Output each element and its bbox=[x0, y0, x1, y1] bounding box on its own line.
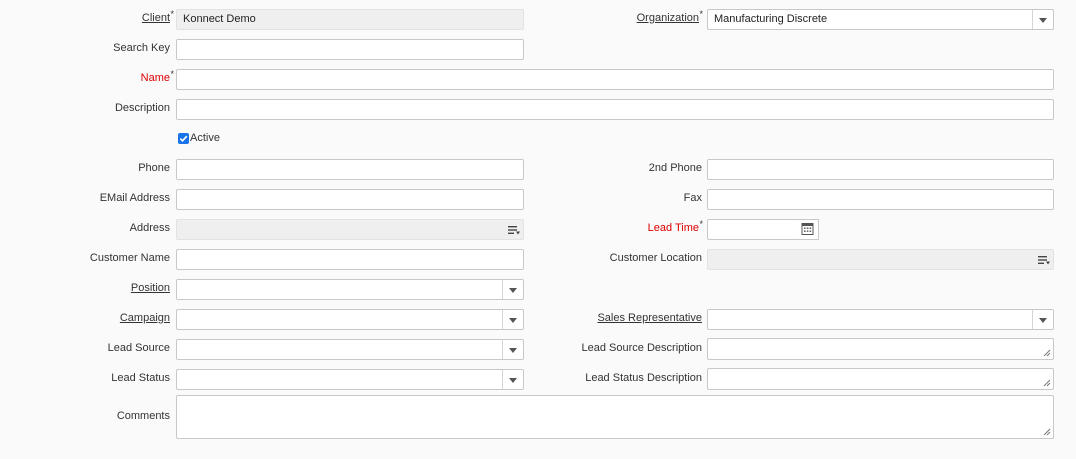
lead-source-select[interactable] bbox=[176, 339, 524, 360]
name-input[interactable] bbox=[176, 69, 1054, 90]
organization-value: Manufacturing Discrete bbox=[714, 13, 828, 25]
email-input[interactable] bbox=[176, 189, 524, 210]
comments-textarea[interactable] bbox=[176, 395, 1054, 439]
chevron-down-icon[interactable] bbox=[502, 340, 523, 359]
description-input[interactable] bbox=[176, 99, 1054, 120]
email-label: EMail Address bbox=[99, 192, 170, 204]
chevron-down-icon[interactable] bbox=[1032, 10, 1053, 29]
search-key-label: Search Key bbox=[113, 42, 170, 54]
comments-label: Comments bbox=[116, 410, 170, 422]
lead-status-select[interactable] bbox=[176, 369, 524, 390]
lead-status-label: Lead Status bbox=[111, 372, 170, 384]
address-label: Address bbox=[129, 222, 170, 234]
lead-status-desc-textarea[interactable] bbox=[707, 368, 1054, 390]
resize-grip-icon[interactable] bbox=[1043, 428, 1051, 436]
lead-source-label: Lead Source bbox=[107, 342, 170, 354]
organization-label[interactable]: Organization * bbox=[637, 8, 703, 28]
lead-time-input[interactable] bbox=[707, 219, 798, 240]
checkbox-checked-icon[interactable] bbox=[178, 133, 189, 144]
search-key-input[interactable] bbox=[176, 39, 524, 60]
mandatory-marker: * bbox=[170, 9, 174, 19]
client-field: Konnect Demo bbox=[176, 9, 524, 30]
list-icon[interactable] bbox=[508, 225, 520, 235]
phone-label: Phone bbox=[138, 162, 170, 174]
client-value: Konnect Demo bbox=[183, 13, 256, 25]
address-field[interactable] bbox=[176, 219, 524, 240]
campaign-select[interactable] bbox=[176, 309, 524, 330]
chevron-down-icon[interactable] bbox=[502, 370, 523, 389]
fax-input[interactable] bbox=[707, 189, 1054, 210]
customer-location-label: Customer Location bbox=[609, 252, 702, 264]
lead-status-desc-label: Lead Status Description bbox=[585, 372, 702, 384]
position-select[interactable] bbox=[176, 279, 524, 300]
position-label[interactable]: Position bbox=[131, 278, 170, 298]
customer-location-field[interactable] bbox=[707, 249, 1054, 270]
resize-grip-icon[interactable] bbox=[1043, 349, 1051, 357]
calendar-icon[interactable] bbox=[797, 219, 819, 240]
lead-source-desc-label: Lead Source Description bbox=[581, 342, 702, 354]
fax-label: Fax bbox=[683, 192, 702, 204]
customer-name-input[interactable] bbox=[176, 249, 524, 270]
chevron-down-icon[interactable] bbox=[502, 280, 523, 299]
chevron-down-icon[interactable] bbox=[502, 310, 523, 329]
sales-rep-label[interactable]: Sales Representative bbox=[597, 308, 702, 328]
lead-time-label: Lead Time * bbox=[648, 218, 703, 238]
organization-select[interactable]: Manufacturing Discrete bbox=[707, 9, 1054, 30]
name-label: Name * bbox=[141, 68, 174, 88]
phone-input[interactable] bbox=[176, 159, 524, 180]
mandatory-marker: * bbox=[170, 69, 174, 79]
customer-name-label: Customer Name bbox=[89, 252, 170, 264]
active-label[interactable]: Active bbox=[190, 128, 220, 148]
description-label: Description bbox=[114, 102, 170, 114]
lead-source-desc-textarea[interactable] bbox=[707, 338, 1054, 360]
resize-grip-icon[interactable] bbox=[1043, 379, 1051, 387]
mandatory-marker: * bbox=[699, 9, 703, 19]
campaign-label[interactable]: Campaign bbox=[120, 308, 170, 328]
phone2-input[interactable] bbox=[707, 159, 1054, 180]
phone2-label: 2nd Phone bbox=[648, 162, 702, 174]
list-icon[interactable] bbox=[1038, 255, 1050, 265]
client-label[interactable]: Client * bbox=[142, 8, 174, 28]
chevron-down-icon[interactable] bbox=[1032, 310, 1053, 329]
mandatory-marker: * bbox=[699, 219, 703, 229]
sales-rep-select[interactable] bbox=[707, 309, 1054, 330]
